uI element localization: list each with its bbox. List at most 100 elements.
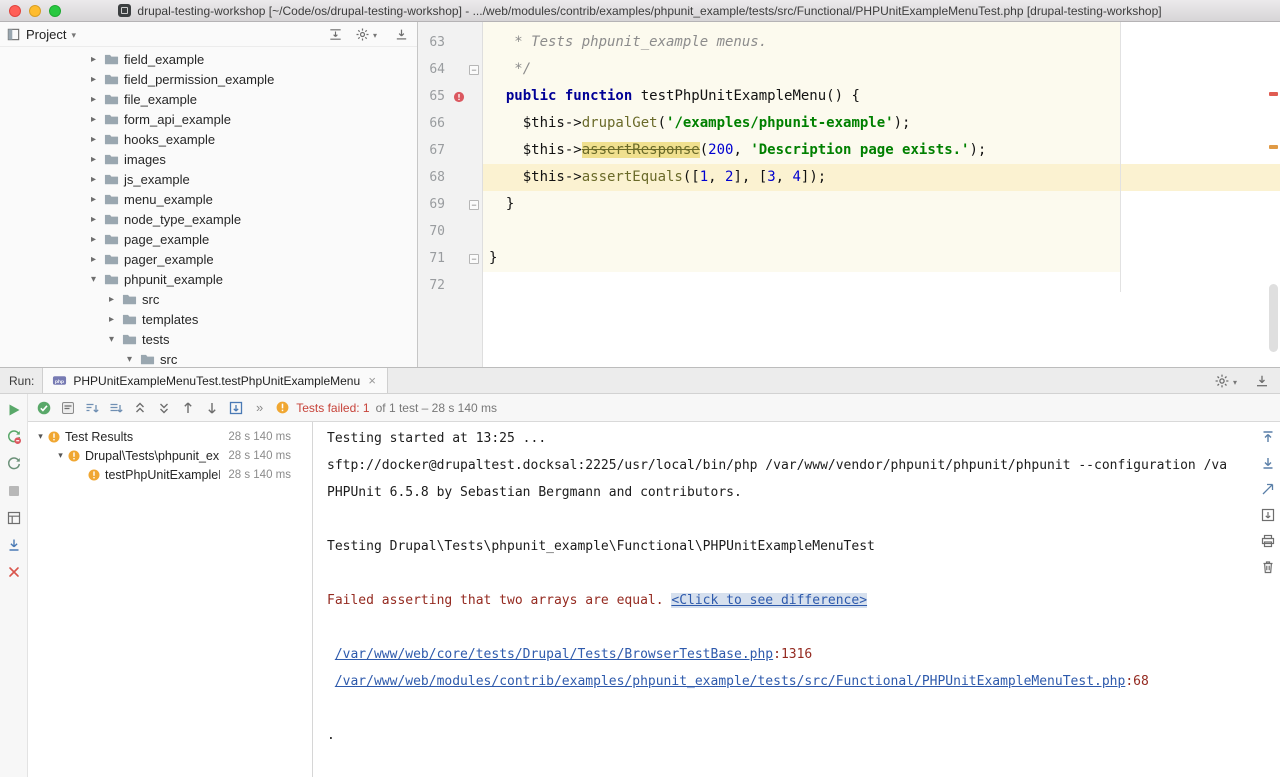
close-tab-icon[interactable]	[366, 373, 378, 388]
chevron-right-icon[interactable]: ▸	[88, 114, 99, 125]
warning-stripe-mark[interactable]	[1269, 145, 1278, 149]
console-link[interactable]: <Click to see difference>	[671, 593, 867, 608]
code-editor[interactable]: 63646566676869707172 * Tests phpunit_exa…	[418, 22, 1280, 367]
project-tree-item-file_example[interactable]: ▸file_example	[0, 89, 417, 109]
chevron-right-icon[interactable]: ▸	[88, 254, 99, 265]
run-tab[interactable]: php PHPUnitExampleMenuTest.testPhpUnitEx…	[42, 368, 388, 393]
chevron-down-icon[interactable]	[71, 25, 76, 43]
editor-scrollbar[interactable]	[1266, 22, 1280, 367]
previous-occurrence-icon[interactable]	[180, 400, 196, 416]
chevron-right-icon[interactable]: ▸	[88, 94, 99, 105]
jump-to-source-icon[interactable]	[1260, 481, 1276, 497]
minimize-window-button[interactable]	[29, 5, 41, 17]
code-line-65[interactable]: public function testPhpUnitExampleMenu()…	[489, 83, 1266, 110]
code-line-63[interactable]: * Tests phpunit_example menus.	[489, 29, 1266, 56]
project-tree-item-form_api_example[interactable]: ▸form_api_example	[0, 109, 417, 129]
restore-layout-icon[interactable]	[6, 510, 22, 526]
settings-icon[interactable]	[355, 27, 370, 42]
chevron-down-icon[interactable]: ▾	[54, 450, 67, 461]
project-tree-item-templates[interactable]: ▸templates	[0, 309, 417, 329]
chevron-right-icon[interactable]: ▸	[88, 214, 99, 225]
down-stack-trace-icon[interactable]	[1260, 455, 1276, 471]
chevron-right-icon[interactable]: ▸	[88, 194, 99, 205]
project-tree-item-menu_example[interactable]: ▸menu_example	[0, 189, 417, 209]
folder-icon	[140, 352, 155, 367]
chevron-down-icon[interactable]: ▾	[34, 431, 47, 442]
project-tree-item-hooks_example[interactable]: ▸hooks_example	[0, 129, 417, 149]
project-tree-item-node_type_example[interactable]: ▸node_type_example	[0, 209, 417, 229]
scroll-from-source-icon[interactable]	[328, 27, 343, 42]
chevron-right-icon[interactable]: ▸	[106, 294, 117, 305]
collapse-all-icon[interactable]	[156, 400, 172, 416]
chevron-right-icon[interactable]: ▸	[88, 234, 99, 245]
project-panel-title[interactable]: Project	[26, 27, 66, 42]
clear-all-icon[interactable]	[1260, 559, 1276, 575]
show-ignored-icon[interactable]	[60, 400, 76, 416]
project-tree-item-field_permission_example[interactable]: ▸field_permission_example	[0, 69, 417, 89]
console-link[interactable]: /var/www/web/modules/contrib/examples/ph…	[335, 674, 1126, 689]
console-text: :68	[1125, 674, 1148, 689]
code-line-70[interactable]	[489, 218, 1266, 245]
chevron-right-icon[interactable]: ▸	[88, 54, 99, 65]
code-line-68[interactable]: $this->assertEquals([1, 2], [3, 4]);	[489, 164, 1266, 191]
next-occurrence-icon[interactable]	[204, 400, 220, 416]
fold-marker-icon[interactable]	[469, 254, 479, 264]
code-line-69[interactable]: }	[489, 191, 1266, 218]
zoom-window-button[interactable]	[49, 5, 61, 17]
chevron-right-icon[interactable]: ▸	[106, 314, 117, 325]
project-tree-item-pager_example[interactable]: ▸pager_example	[0, 249, 417, 269]
print-icon[interactable]	[1260, 533, 1276, 549]
settings-icon[interactable]	[1214, 373, 1230, 389]
project-tree-item-field_example[interactable]: ▸field_example	[0, 49, 417, 69]
console-link[interactable]: /var/www/web/core/tests/Drupal/Tests/Bro…	[335, 647, 773, 662]
chevron-down-icon[interactable]: ▾	[124, 354, 135, 365]
error-stripe-mark[interactable]	[1269, 92, 1278, 96]
stop-icon[interactable]	[6, 483, 22, 499]
project-tree-item-tests[interactable]: ▾tests	[0, 329, 417, 349]
folder-icon	[104, 192, 119, 207]
editor-code[interactable]: * Tests phpunit_example menus. */ public…	[484, 22, 1266, 299]
project-tree-item-src[interactable]: ▸src	[0, 289, 417, 309]
project-tree-item-page_example[interactable]: ▸page_example	[0, 229, 417, 249]
fold-marker-icon[interactable]	[469, 65, 479, 75]
code-line-67[interactable]: $this->assertResponse(200, 'Description …	[489, 137, 1266, 164]
scroll-to-end-icon[interactable]	[6, 537, 22, 553]
chevron-right-icon[interactable]: ▸	[88, 174, 99, 185]
project-tree-item-src[interactable]: ▾src	[0, 349, 417, 367]
expand-all-icon[interactable]	[132, 400, 148, 416]
code-line-71[interactable]: }	[489, 245, 1266, 272]
chevron-right-icon[interactable]: ▸	[88, 154, 99, 165]
hide-panel-icon[interactable]	[1254, 373, 1270, 389]
export-console-icon[interactable]	[1260, 507, 1276, 523]
sort-alphabetically-icon[interactable]	[108, 400, 124, 416]
project-tree-item-phpunit_example[interactable]: ▾phpunit_example	[0, 269, 417, 289]
code-line-72[interactable]	[489, 272, 1266, 299]
code-line-66[interactable]: $this->drupalGet('/examples/phpunit-exam…	[489, 110, 1266, 137]
chevron-down-icon[interactable]: ▾	[88, 274, 99, 285]
rerun-failed-icon[interactable]	[6, 429, 22, 445]
hide-panel-icon[interactable]	[394, 27, 409, 42]
show-passed-icon[interactable]	[36, 400, 52, 416]
project-tool-window-icon[interactable]	[6, 27, 21, 42]
rerun-icon[interactable]	[6, 402, 22, 418]
scrollbar-thumb[interactable]	[1269, 284, 1278, 352]
test-tree-item[interactable]: ▾Drupal\Tests\phpunit_ex28 s 140 ms	[28, 446, 312, 465]
project-tree-item-images[interactable]: ▸images	[0, 149, 417, 169]
toggle-auto-test-icon[interactable]	[6, 456, 22, 472]
up-stack-trace-icon[interactable]	[1260, 429, 1276, 445]
sort-by-duration-icon[interactable]	[84, 400, 100, 416]
code-line-64[interactable]: */	[489, 56, 1266, 83]
chevron-right-icon[interactable]: ▸	[88, 74, 99, 85]
test-tree-item[interactable]: ▾Test Results28 s 140 ms	[28, 427, 312, 446]
fold-marker-icon[interactable]	[469, 200, 479, 210]
test-console-output[interactable]: Testing started at 13:25 ...sftp://docke…	[313, 422, 1254, 777]
chevron-right-icon[interactable]: ▸	[88, 134, 99, 145]
close-icon[interactable]	[6, 564, 22, 580]
chevron-down-icon[interactable]: ▾	[106, 334, 117, 345]
project-tree-item-js_example[interactable]: ▸js_example	[0, 169, 417, 189]
close-window-button[interactable]	[9, 5, 21, 17]
more-actions-chevron-icon[interactable]	[256, 400, 263, 415]
export-test-results-icon[interactable]	[228, 400, 244, 416]
failed-test-gutter-icon[interactable]	[448, 89, 469, 105]
test-tree-item[interactable]: testPhpUnitExampleM28 s 140 ms	[28, 465, 312, 484]
